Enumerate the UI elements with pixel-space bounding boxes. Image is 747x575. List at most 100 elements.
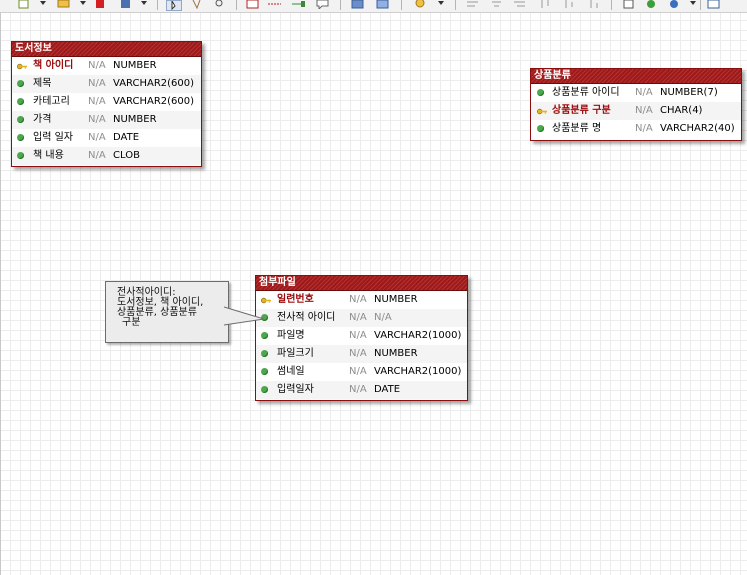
column-name: 전사적 아이디: [277, 312, 336, 323]
column-name: 카테고리: [33, 96, 70, 107]
entity-book-info[interactable]: 도서정보 책 아이디 N/A NUMBER 제목 N/A VARCHAR2(600) 카테고…: [11, 41, 202, 167]
key-icon: [261, 297, 271, 304]
column-name: 썸네일: [277, 366, 305, 377]
help-icon[interactable]: [707, 0, 721, 9]
column-name: 파일명: [277, 330, 305, 341]
column-name: 일련번호: [277, 294, 314, 305]
list-icon[interactable]: [622, 0, 636, 9]
column-type: NUMBER: [113, 114, 157, 125]
align-bottom-icon[interactable]: [588, 0, 602, 9]
entity-row[interactable]: 파일명 N/A VARCHAR2(1000): [256, 327, 467, 345]
hand-icon[interactable]: [191, 0, 203, 9]
column-type: NUMBER: [113, 60, 157, 71]
attribute-icon: [261, 332, 268, 339]
attribute-icon: [17, 80, 24, 87]
column-nullable: N/A: [88, 114, 106, 125]
save-icon[interactable]: [120, 0, 132, 9]
relation-icon[interactable]: [268, 0, 282, 9]
entity-title: 도서정보: [12, 42, 201, 57]
column-type: NUMBER(7): [660, 87, 718, 98]
column-type: DATE: [113, 132, 140, 143]
open-icon[interactable]: [57, 0, 71, 9]
entity-row[interactable]: 전사적 아이디 N/A N/A: [256, 309, 467, 327]
entity-attachment[interactable]: 첨부파일 일련번호 N/A NUMBER 전사적 아이디 N/A N/A 파일명 N/A VAR…: [255, 275, 468, 401]
note-icon[interactable]: [316, 0, 330, 9]
link-icon[interactable]: [668, 0, 682, 9]
attribute-icon: [17, 134, 24, 141]
entity-row[interactable]: 가격 N/A NUMBER: [12, 111, 201, 129]
align-left-icon[interactable]: [466, 0, 480, 9]
column-nullable: N/A: [349, 294, 367, 305]
column-name: 파일크기: [277, 348, 314, 359]
column-type: VARCHAR2(1000): [374, 366, 462, 377]
entity-row[interactable]: 일련번호 N/A NUMBER: [256, 291, 467, 309]
add-icon[interactable]: [645, 0, 659, 9]
entity-row[interactable]: 입력 일자 N/A DATE: [12, 129, 201, 147]
attribute-icon: [261, 368, 268, 375]
align-middle-icon[interactable]: [563, 0, 577, 9]
delete-icon[interactable]: [94, 0, 106, 9]
column-name: 제목: [33, 78, 52, 89]
database-icon[interactable]: [351, 0, 365, 9]
note-line: 구분: [122, 317, 141, 328]
column-name: 입력일자: [277, 384, 314, 395]
column-nullable: N/A: [635, 87, 653, 98]
column-nullable: N/A: [349, 384, 367, 395]
chevron-down-icon[interactable]: [80, 1, 86, 5]
entity-row[interactable]: 파일크기 N/A NUMBER: [256, 345, 467, 363]
column-type: CHAR(4): [660, 105, 703, 116]
entity-row[interactable]: 상품분류 명 N/A VARCHAR2(40): [531, 120, 741, 138]
column-name: 가격: [33, 114, 52, 125]
identifying-relation-icon[interactable]: [292, 0, 306, 9]
entity-rows: 책 아이디 N/A NUMBER 제목 N/A VARCHAR2(600) 카테고리 N/A V…: [12, 57, 201, 165]
attribute-icon: [17, 152, 24, 159]
column-type: VARCHAR2(1000): [374, 330, 462, 341]
align-center-icon[interactable]: [490, 0, 504, 9]
column-nullable: N/A: [349, 312, 367, 323]
attribute-icon: [17, 116, 24, 123]
select-pointer-icon[interactable]: [166, 0, 182, 11]
column-nullable: N/A: [349, 366, 367, 377]
column-nullable: N/A: [88, 150, 106, 161]
chevron-down-icon[interactable]: [40, 1, 46, 5]
entity-row[interactable]: 제목 N/A VARCHAR2(600): [12, 75, 201, 93]
entity-row[interactable]: 상품분류 구분 N/A CHAR(4): [531, 102, 741, 120]
entity-rows: 상품분류 아이디 N/A NUMBER(7) 상품분류 구분 N/A CHAR(4) 상품분…: [531, 84, 741, 138]
chevron-down-icon[interactable]: [141, 1, 147, 5]
note-callout[interactable]: 전사적아이디: 도서정보, 책 아이디, 상품분류, 상품분류 구분: [105, 281, 229, 343]
key-icon: [17, 63, 27, 70]
column-nullable: N/A: [88, 132, 106, 143]
entity-row[interactable]: 카테고리 N/A VARCHAR2(600): [12, 93, 201, 111]
attribute-icon: [537, 89, 544, 96]
align-right-icon[interactable]: [513, 0, 527, 9]
attribute-icon: [261, 350, 268, 357]
column-type: CLOB: [113, 150, 140, 161]
column-name: 입력 일자: [33, 132, 73, 143]
report-icon[interactable]: [376, 0, 390, 9]
entity-row[interactable]: 상품분류 아이디 N/A NUMBER(7): [531, 84, 741, 102]
attribute-icon: [261, 386, 268, 393]
column-nullable: N/A: [349, 348, 367, 359]
entity-row[interactable]: 책 아이디 N/A NUMBER: [12, 57, 201, 75]
column-type: NUMBER: [374, 294, 418, 305]
column-name: 상품분류 명: [552, 123, 602, 134]
chevron-down-icon[interactable]: [690, 1, 696, 5]
new-document-icon[interactable]: [18, 0, 30, 9]
table-icon[interactable]: [246, 0, 260, 9]
align-top-icon[interactable]: [539, 0, 553, 9]
column-type: N/A: [374, 312, 392, 323]
chevron-down-icon[interactable]: [438, 1, 444, 5]
entity-row[interactable]: 책 내용 N/A CLOB: [12, 147, 201, 165]
column-type: NUMBER: [374, 348, 418, 359]
column-type: VARCHAR2(600): [113, 96, 195, 107]
palette-icon[interactable]: [414, 0, 428, 9]
entity-row[interactable]: 썸네일 N/A VARCHAR2(1000): [256, 363, 467, 381]
column-nullable: N/A: [635, 105, 653, 116]
entity-product-category[interactable]: 상품분류 상품분류 아이디 N/A NUMBER(7) 상품분류 구분 N/A CHAR(…: [530, 68, 742, 141]
column-type: DATE: [374, 384, 401, 395]
column-type: VARCHAR2(600): [113, 78, 195, 89]
entity-title: 첨부파일: [256, 276, 467, 291]
zoom-icon[interactable]: [214, 0, 226, 9]
column-nullable: N/A: [88, 78, 106, 89]
entity-row[interactable]: 입력일자 N/A DATE: [256, 381, 467, 399]
